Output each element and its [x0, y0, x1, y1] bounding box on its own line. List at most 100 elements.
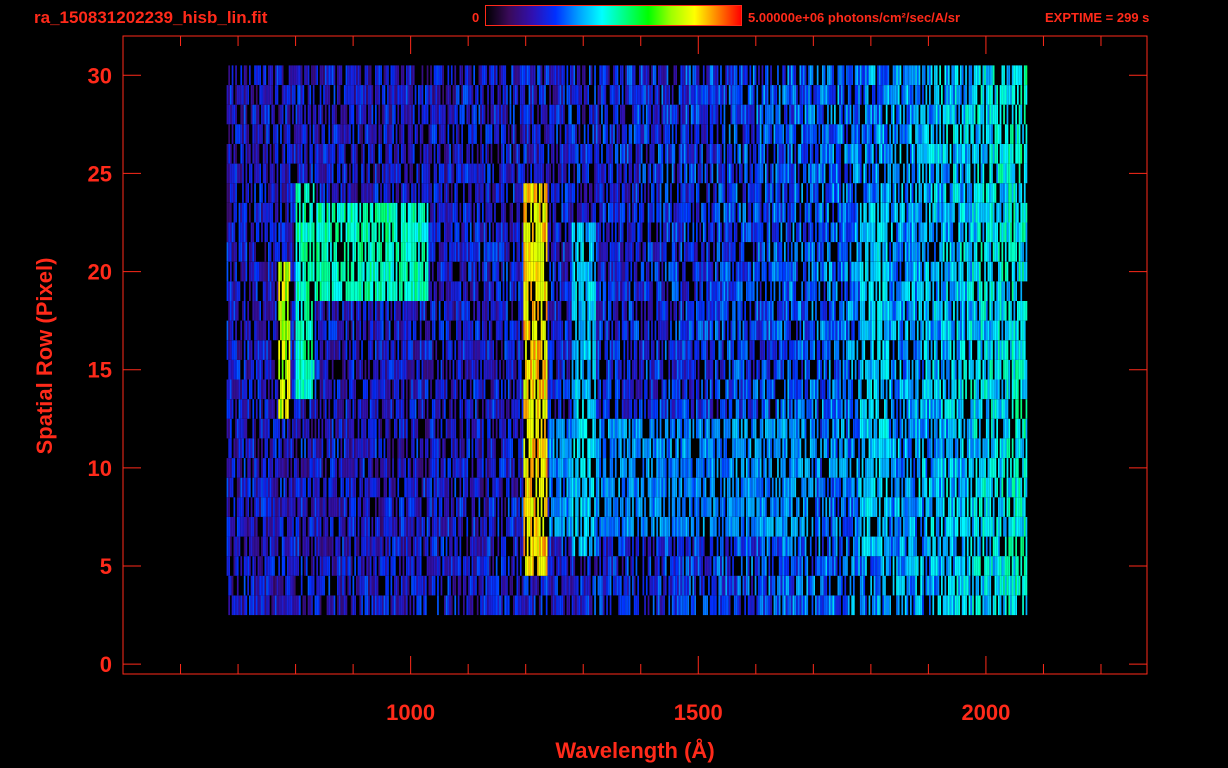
heatmap-cell — [345, 536, 348, 557]
heatmap-cell — [492, 379, 494, 400]
heatmap-cell — [514, 517, 517, 537]
heatmap-cell — [511, 477, 513, 498]
heatmap-cell — [299, 418, 301, 439]
heatmap-cell — [690, 595, 693, 616]
heatmap-cell — [649, 399, 652, 419]
heatmap-cell — [844, 458, 847, 478]
heatmap-cell — [1017, 379, 1019, 400]
heatmap-cell — [492, 340, 494, 360]
heatmap-cell — [537, 458, 539, 478]
heatmap-cell — [412, 458, 415, 478]
heatmap-cell — [273, 418, 275, 439]
heatmap-cell — [228, 340, 230, 360]
heatmap-cell — [853, 477, 855, 498]
heatmap-cell — [711, 536, 714, 557]
heatmap-cell — [492, 536, 494, 557]
heatmap-cell — [478, 418, 481, 439]
heatmap-cell — [894, 477, 897, 498]
heatmap-cell — [892, 536, 895, 557]
heatmap-cell — [509, 517, 512, 537]
heatmap-cell — [414, 575, 417, 596]
heatmap-cell — [685, 477, 688, 498]
heatmap-cell — [815, 438, 817, 458]
heatmap-cell — [501, 399, 503, 419]
heatmap-cell — [402, 359, 405, 380]
heatmap-cell — [438, 477, 441, 498]
heatmap-cell — [818, 595, 821, 616]
heatmap-cell — [411, 556, 413, 576]
heatmap-cell — [621, 477, 624, 498]
heatmap-cell — [628, 359, 631, 380]
heatmap-cell — [285, 320, 287, 341]
heatmap-cell — [830, 477, 833, 498]
heatmap-cell — [269, 458, 272, 478]
heatmap-cell — [827, 340, 829, 360]
heatmap-cell — [811, 575, 814, 596]
heatmap-cell — [592, 477, 595, 498]
heatmap-cell — [288, 517, 291, 537]
heatmap-cell — [713, 497, 715, 517]
heatmap-cell — [268, 595, 270, 616]
heatmap-cell — [715, 418, 717, 439]
heatmap-cell — [806, 497, 809, 517]
heatmap-cell — [728, 379, 731, 400]
heatmap-cell — [578, 595, 581, 616]
heatmap-cell — [361, 595, 363, 616]
heatmap-cell — [942, 359, 945, 380]
heatmap-cell — [972, 458, 974, 478]
heatmap-cell — [725, 556, 727, 576]
heatmap-cell — [480, 379, 482, 400]
heatmap-cell — [948, 399, 950, 419]
heatmap-cell — [466, 536, 469, 557]
heatmap-cell — [302, 497, 305, 517]
heatmap-cell — [573, 340, 576, 360]
heatmap-cell — [880, 556, 883, 576]
heatmap-cell — [513, 556, 515, 576]
heatmap-cell — [799, 438, 802, 458]
heatmap-cell — [923, 458, 926, 478]
heatmap-cell — [463, 379, 465, 400]
heatmap-cell — [354, 536, 356, 557]
heatmap-cell — [516, 556, 519, 576]
heatmap-cell — [915, 418, 917, 439]
heatmap-cell — [828, 575, 831, 596]
heatmap-cell — [387, 320, 389, 341]
heatmap-cell — [1011, 556, 1014, 576]
heatmap-cell — [342, 359, 344, 380]
heatmap-cell — [535, 458, 538, 478]
heatmap-cell — [264, 477, 267, 498]
heatmap-cell — [287, 399, 289, 419]
heatmap-cell — [720, 556, 722, 576]
heatmap-cell — [842, 517, 845, 537]
heatmap-cell — [987, 595, 990, 616]
heatmap-cell — [318, 458, 320, 478]
heatmap-cell — [592, 575, 595, 596]
heatmap-cell — [847, 477, 850, 498]
heatmap-cell — [419, 438, 422, 458]
heatmap-cell — [485, 556, 488, 576]
heatmap-cell — [488, 556, 491, 576]
heatmap-cell — [868, 517, 871, 537]
heatmap-cell — [521, 458, 524, 478]
heatmap-cell — [953, 359, 955, 380]
heatmap-cell — [564, 379, 567, 400]
heatmap-cell — [235, 556, 237, 576]
heatmap-cell — [587, 556, 589, 576]
heatmap-cell — [642, 517, 645, 537]
heatmap-cell — [532, 497, 534, 517]
heatmap-cell — [906, 438, 909, 458]
heatmap-cell — [847, 340, 850, 360]
heatmap-cell — [437, 379, 439, 400]
heatmap-cell — [399, 438, 401, 458]
heatmap-cell — [488, 359, 491, 380]
heatmap-cell — [778, 517, 781, 537]
heatmap-cell — [818, 517, 821, 537]
heatmap-cell — [557, 477, 560, 498]
heatmap-cell — [602, 517, 605, 537]
heatmap-cell — [885, 438, 888, 458]
heatmap-cell — [302, 595, 305, 616]
heatmap-cell — [977, 379, 979, 400]
heatmap-cell — [747, 536, 750, 557]
heatmap-cell — [794, 556, 797, 576]
heatmap-cell — [287, 497, 289, 517]
